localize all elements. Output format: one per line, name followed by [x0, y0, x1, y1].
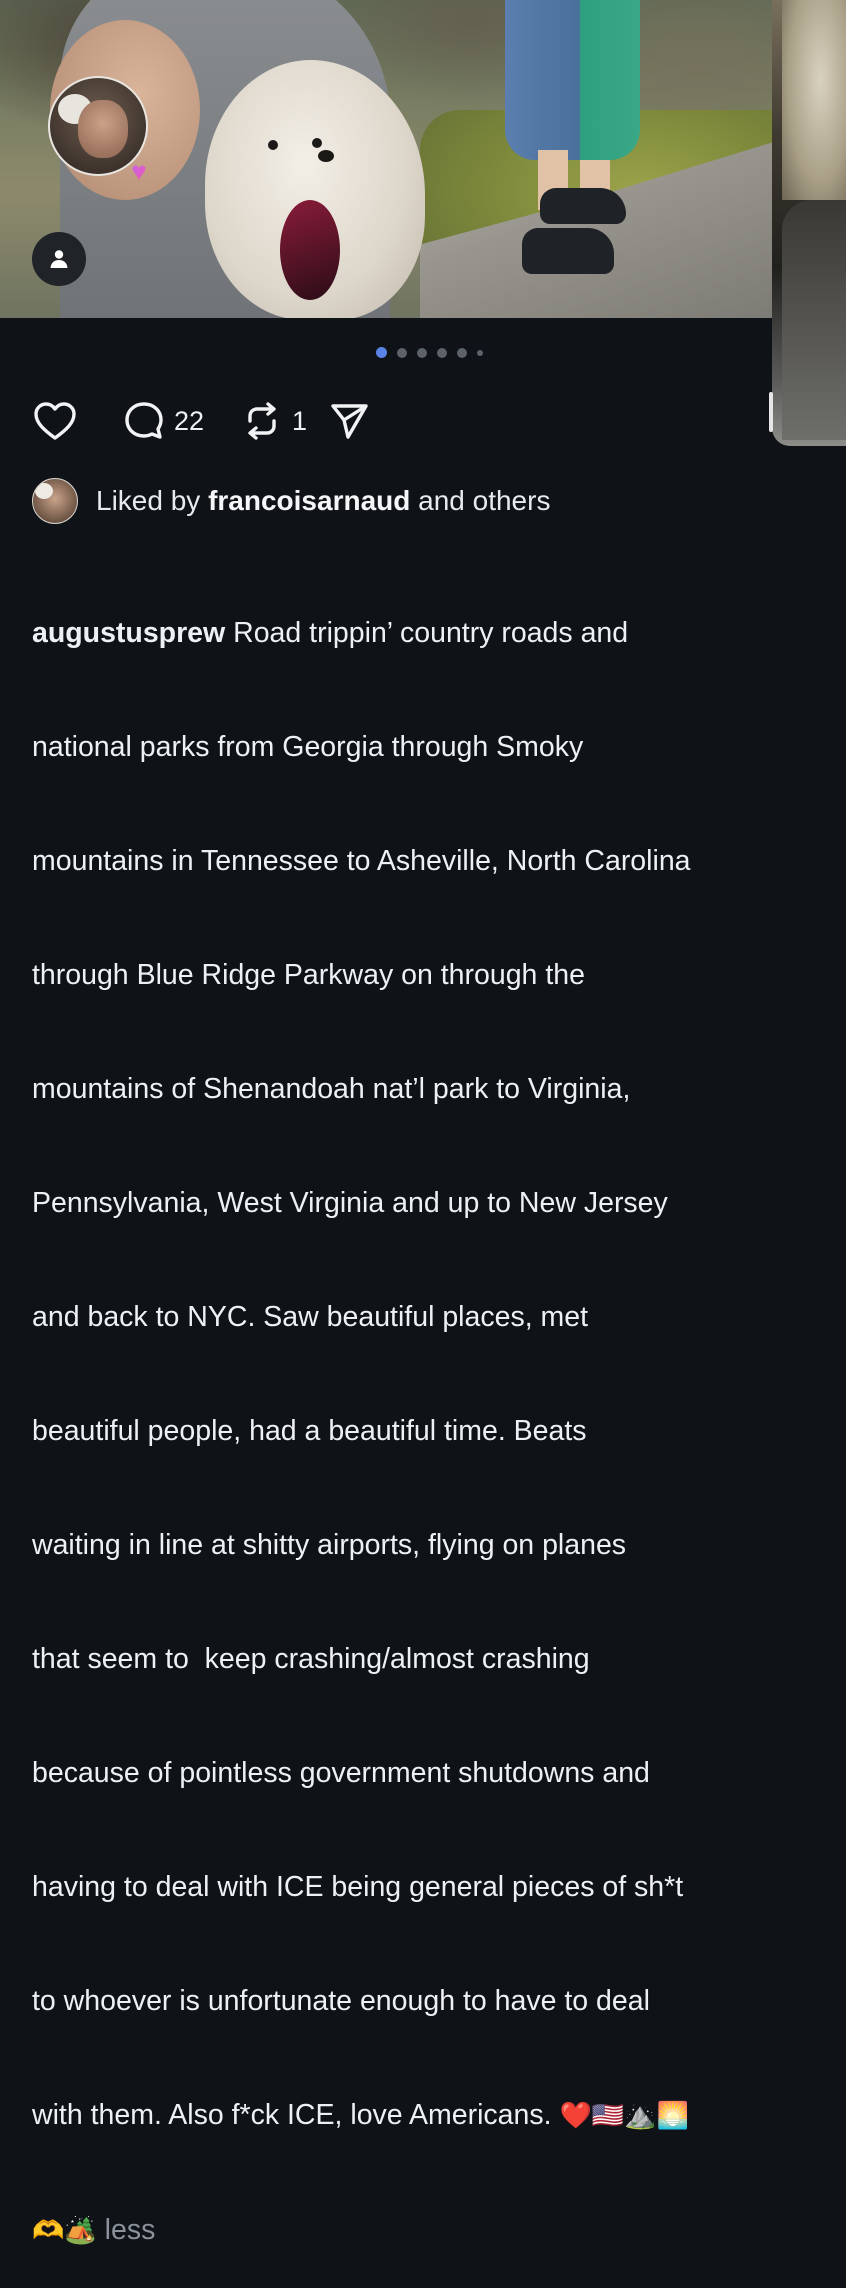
- dog-eye: [312, 138, 322, 148]
- next-slide-top: [782, 0, 846, 200]
- share-button[interactable]: [327, 399, 371, 443]
- avatar-face: [78, 100, 128, 158]
- send-icon: [331, 404, 368, 439]
- carousel-dot: [457, 347, 467, 358]
- caption-line: because of pointless government shutdown…: [32, 1757, 650, 1789]
- tagged-users-button[interactable]: [32, 232, 86, 286]
- caption-username[interactable]: augustusprew: [32, 617, 225, 649]
- heart-icon: [34, 402, 76, 440]
- like-button[interactable]: [32, 400, 78, 442]
- next-slide-bottom: [782, 200, 846, 440]
- carousel-indicator: [376, 347, 483, 358]
- caption-line: and back to NYC. Saw beautiful places, m…: [32, 1301, 589, 1333]
- liked-by-row[interactable]: Liked by francoisarnaud and others: [32, 478, 550, 524]
- caption-line: waiting in line at shitty airports, flyi…: [32, 1529, 627, 1561]
- caption-line: augustusprew Road trippin’ country roads…: [32, 614, 822, 652]
- caption-line: with them. Also f*ck ICE, love Americans…: [32, 2096, 822, 2135]
- liker-avatar[interactable]: [32, 478, 78, 524]
- comment-bubble-icon: [125, 402, 163, 439]
- caption-line: having to deal with ICE being general pi…: [32, 1871, 684, 1903]
- caption-text: Road trippin’ country roads and: [225, 617, 629, 649]
- liked-by-prefix: Liked by: [96, 485, 209, 516]
- photo-child-shoe: [522, 228, 614, 274]
- caption-line: Pennsylvania, West Virginia and up to Ne…: [32, 1187, 668, 1219]
- dog-nose: [318, 150, 334, 162]
- caption-line: mountains in Tennessee to Asheville, Nor…: [32, 845, 691, 877]
- caption-line: to whoever is unfortunate enough to have…: [32, 1985, 650, 2017]
- comment-button[interactable]: 22: [122, 399, 204, 443]
- caption-line: beautiful people, had a beautiful time. …: [32, 1415, 587, 1447]
- caption-text: with them. Also f*ck ICE, love Americans…: [32, 2099, 560, 2131]
- post-action-bar: 22 1: [32, 396, 371, 446]
- next-slide-preview[interactable]: [772, 0, 846, 446]
- caption-line: through Blue Ridge Parkway on through th…: [32, 959, 585, 991]
- post-photo[interactable]: ♥: [0, 0, 772, 318]
- caption-line: 🫶🏕️ less: [32, 2211, 822, 2250]
- caption-line: that seem to keep crashing/almost crashi…: [32, 1643, 590, 1675]
- photo-sunglasses: [280, 200, 340, 300]
- heart-badge-icon: ♥: [122, 156, 156, 186]
- repost-icon: [248, 402, 276, 440]
- next-slide-edge: [769, 392, 773, 432]
- dog-eye: [268, 140, 278, 150]
- carousel-dot: [477, 349, 483, 356]
- carousel-dot-active: [376, 347, 387, 358]
- repost-count: 1: [292, 405, 308, 436]
- photo-child-shoe: [540, 188, 626, 224]
- post-caption: augustusprew Road trippin’ country roads…: [32, 538, 822, 2288]
- user-icon: [50, 250, 68, 268]
- less-link[interactable]: less: [105, 2214, 156, 2246]
- carousel-dot: [417, 347, 427, 358]
- caption-line: national parks from Georgia through Smok…: [32, 731, 584, 763]
- liked-by-suffix: and others: [410, 485, 551, 516]
- liked-by-username[interactable]: francoisarnaud: [208, 485, 410, 517]
- photo-child-shorts: [505, 0, 640, 160]
- repost-button[interactable]: 1: [240, 399, 307, 443]
- carousel-dot: [397, 347, 407, 358]
- caption-emojis: ❤️🇺🇸⛰️🌅: [559, 2101, 689, 2131]
- carousel-dot: [437, 347, 447, 358]
- caption-line: mountains of Shenandoah nat’l park to Vi…: [32, 1073, 631, 1105]
- comment-count: 22: [174, 405, 205, 436]
- caption-emojis: 🫶🏕️: [32, 2216, 97, 2246]
